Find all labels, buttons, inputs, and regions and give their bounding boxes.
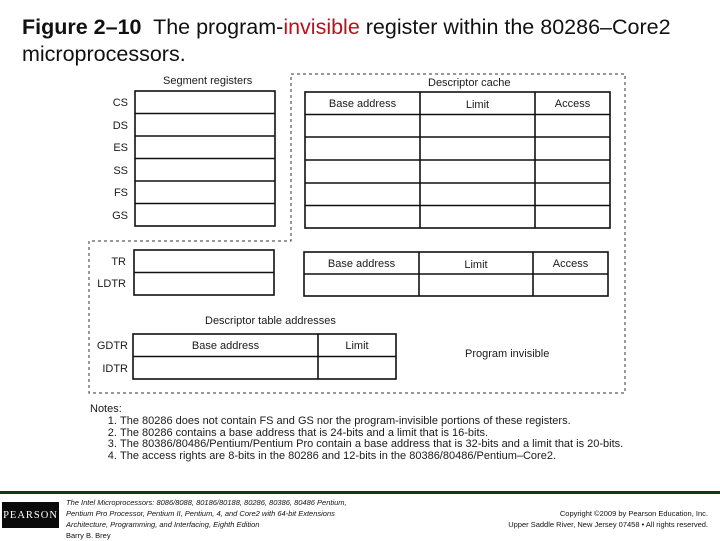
book-title-line-1: The Intel Microprocessors: 8086/8088, 80… (66, 498, 347, 507)
descriptor-cache-table (304, 91, 611, 229)
notes-list: The 80286 does not contain FS and GS nor… (90, 415, 623, 463)
descriptor-table-addresses-heading: Descriptor table addresses (205, 315, 336, 327)
cache-column-limit: Limit (465, 99, 490, 111)
book-citation: The Intel Microprocessors: 8086/8088, 80… (66, 497, 366, 541)
book-title-line-2: Pentium Pro Processor, Pentium II, Penti… (66, 509, 335, 518)
footer-rule (0, 491, 720, 494)
copyright-line-2: Upper Saddle River, New Jersey 07458 • A… (508, 520, 708, 529)
register-label-idtr: IDTR (102, 363, 128, 375)
dta-column-limit: Limit (345, 340, 369, 352)
book-author: Barry B. Brey (66, 531, 111, 540)
program-invisible-label: Program invisible (465, 348, 550, 360)
register-label-gs: GS (112, 210, 128, 222)
register-label-cs: CS (112, 97, 128, 109)
register-label-ldtr: LDTR (97, 278, 126, 290)
system-cache-column-limit: Limit (464, 259, 488, 271)
system-cache-column-base-address: Base address (327, 258, 396, 270)
dta-column-base-address: Base address (191, 340, 260, 352)
copyright-notice: Copyright ©2009 by Pearson Education, In… (508, 508, 708, 530)
note-item: The access rights are 8-bits in the 8028… (120, 450, 623, 463)
register-label-ds: DS (112, 120, 128, 132)
system-register-table (133, 249, 275, 296)
copyright-line-1: Copyright ©2009 by Pearson Education, In… (559, 509, 708, 518)
system-cache-column-access: Access (552, 258, 589, 270)
notes-section: Notes: The 80286 does not contain FS and… (90, 403, 623, 463)
register-label-fs: FS (113, 187, 128, 199)
register-label-es: ES (113, 142, 128, 154)
segment-registers-heading: Segment registers (163, 75, 253, 87)
cache-column-base-address: Base address (328, 98, 397, 110)
descriptor-cache-heading: Descriptor cache (428, 77, 511, 89)
register-label-ss: SS (113, 165, 128, 177)
pearson-logo: PEARSON (2, 502, 59, 528)
register-label-gdtr: GDTR (96, 340, 128, 352)
cache-column-access: Access (554, 98, 591, 110)
note-item: The 80286 does not contain FS and GS nor… (120, 415, 623, 428)
register-label-tr: TR (111, 256, 126, 268)
book-title-line-3: Architecture, Programming, and Interfaci… (66, 520, 260, 529)
segment-register-table (134, 90, 276, 227)
